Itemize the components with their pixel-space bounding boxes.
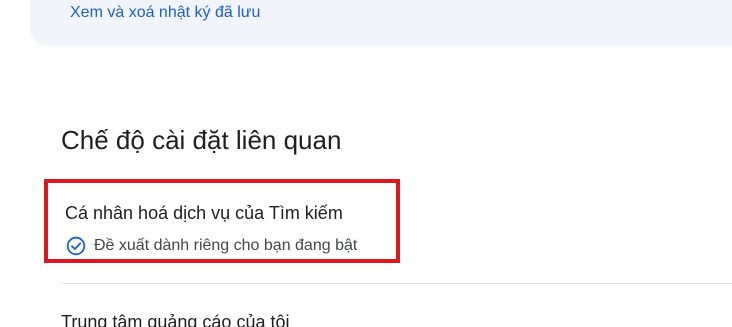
divider xyxy=(61,283,732,284)
setting-status: Đề xuất dành riêng cho bạn đang bật xyxy=(66,236,357,256)
status-text: Đề xuất dành riêng cho bạn đang bật xyxy=(94,237,358,254)
check-circle-icon xyxy=(66,236,86,256)
setting-item-my-ad-center[interactable]: Trung tâm quảng cáo của tôi xyxy=(61,312,289,327)
setting-title: Cá nhân hoá dịch vụ của Tìm kiếm xyxy=(65,203,343,223)
view-delete-history-link[interactable]: Xem và xoá nhật ký đã lưu xyxy=(70,4,260,22)
setting-item-search-personalization[interactable]: Cá nhân hoá dịch vụ của Tìm kiếm Đề xuất… xyxy=(44,179,400,263)
section-title: Chế độ cài đặt liên quan xyxy=(61,125,342,155)
page: Xem và xoá nhật ký đã lưu Chế độ cài đặt… xyxy=(0,0,732,327)
